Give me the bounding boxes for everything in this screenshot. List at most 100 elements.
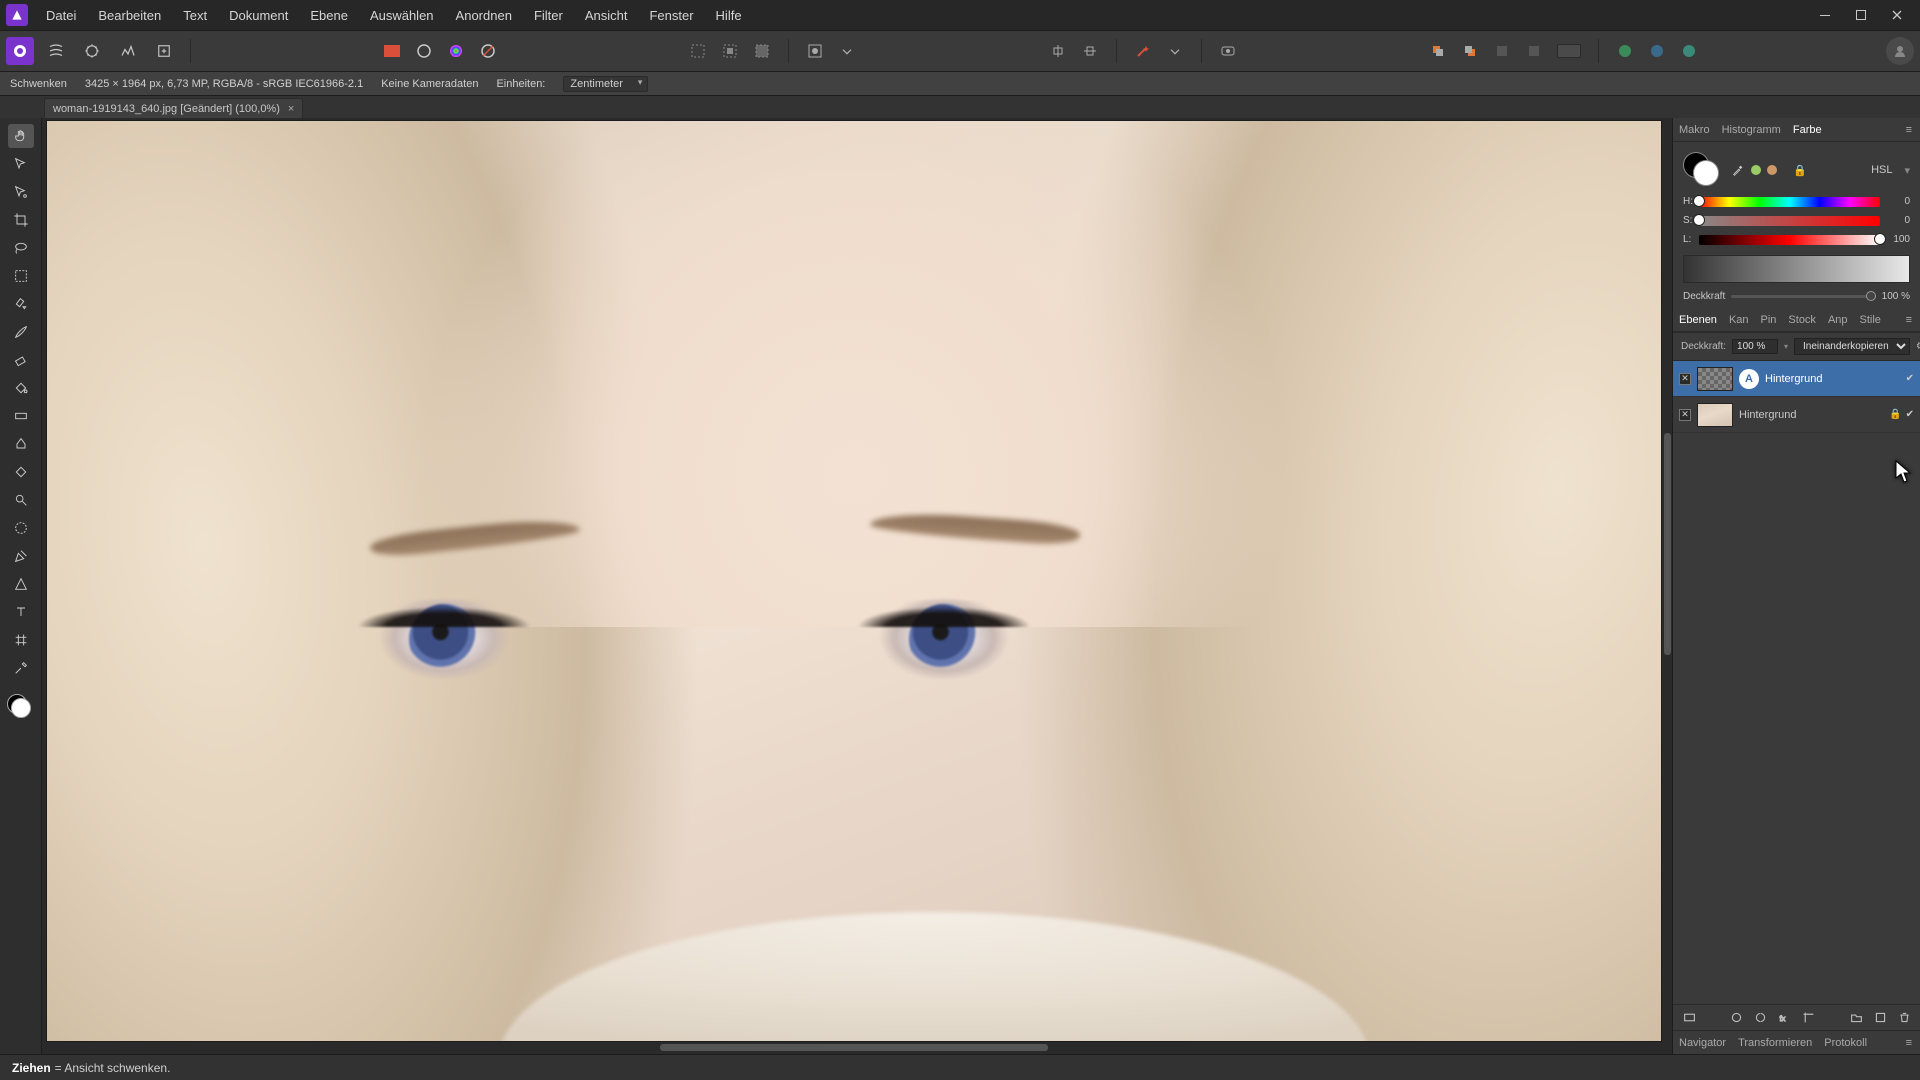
tab-stock[interactable]: Stock bbox=[1788, 310, 1816, 330]
brush-tool[interactable] bbox=[8, 320, 34, 344]
add-mask-icon[interactable] bbox=[1729, 1010, 1745, 1026]
menu-anordnen[interactable]: Anordnen bbox=[446, 4, 522, 27]
menu-text[interactable]: Text bbox=[173, 4, 217, 27]
auto-dropdown-icon[interactable] bbox=[1161, 37, 1189, 65]
eyedropper-icon[interactable] bbox=[1731, 163, 1745, 177]
canvas[interactable] bbox=[46, 120, 1662, 1042]
tab-transformieren[interactable]: Transformieren bbox=[1738, 1033, 1812, 1053]
tab-makro[interactable]: Makro bbox=[1679, 120, 1710, 140]
clone-tool[interactable] bbox=[8, 432, 34, 456]
lock-icon[interactable]: 🔒 bbox=[1793, 164, 1807, 177]
menu-ebene[interactable]: Ebene bbox=[300, 4, 358, 27]
colorpicker-tool[interactable] bbox=[8, 656, 34, 680]
marquee-tool[interactable] bbox=[8, 264, 34, 288]
arrange1-icon[interactable] bbox=[1424, 37, 1452, 65]
cloud3-icon[interactable] bbox=[1675, 37, 1703, 65]
trash-icon[interactable] bbox=[1896, 1010, 1912, 1026]
mesh-tool[interactable] bbox=[8, 628, 34, 652]
circle-outline-icon[interactable] bbox=[410, 37, 438, 65]
crop-layer-icon[interactable] bbox=[1801, 1010, 1817, 1026]
selectionbrush-tool[interactable] bbox=[8, 516, 34, 540]
color-mode-label[interactable]: HSL bbox=[1871, 164, 1892, 176]
color-opacity-slider[interactable]: Deckkraft 100 % bbox=[1683, 291, 1910, 302]
quickmask-icon[interactable] bbox=[801, 37, 829, 65]
heal-tool[interactable] bbox=[8, 460, 34, 484]
maximize-button[interactable] bbox=[1844, 3, 1878, 27]
arrange3-icon[interactable] bbox=[1488, 37, 1516, 65]
close-button[interactable] bbox=[1880, 3, 1914, 27]
tab-stile[interactable]: Stile bbox=[1860, 310, 1881, 330]
arrange4-icon[interactable] bbox=[1520, 37, 1548, 65]
vertical-scrollbar[interactable] bbox=[1663, 120, 1672, 1042]
document-tab[interactable]: woman-1919143_640.jpg [Geändert] (100,0%… bbox=[44, 98, 303, 118]
menu-filter[interactable]: Filter bbox=[524, 4, 573, 27]
panel-menu-icon[interactable]: ≡ bbox=[1898, 124, 1920, 136]
gear-icon[interactable]: ⚙ bbox=[1916, 341, 1920, 352]
menu-dokument[interactable]: Dokument bbox=[219, 4, 298, 27]
persona-tonemap[interactable] bbox=[114, 37, 142, 65]
persona-develop[interactable] bbox=[78, 37, 106, 65]
opacity-dropdown-icon[interactable]: ▾ bbox=[1784, 342, 1788, 351]
nocolor-icon[interactable] bbox=[474, 37, 502, 65]
auto-enhance-icon[interactable] bbox=[1129, 37, 1157, 65]
tab-farbe[interactable]: Farbe bbox=[1793, 120, 1822, 140]
cloud2-icon[interactable] bbox=[1643, 37, 1671, 65]
pen-tool[interactable] bbox=[8, 544, 34, 568]
units-select[interactable]: Zentimeter bbox=[563, 76, 648, 92]
lock-icon[interactable]: 🔒 bbox=[1889, 409, 1901, 420]
horizontal-scrollbar[interactable] bbox=[46, 1043, 1662, 1052]
visibility-checkbox[interactable]: ✕ bbox=[1679, 373, 1691, 385]
mask-mode-icon[interactable] bbox=[1681, 1010, 1697, 1026]
layer-row[interactable]: ✕ A Hintergrund ✔ bbox=[1673, 361, 1920, 397]
selection-invert-icon[interactable] bbox=[716, 37, 744, 65]
minimize-button[interactable] bbox=[1808, 3, 1842, 27]
gradient-tool[interactable] bbox=[8, 404, 34, 428]
tab-histogramm[interactable]: Histogramm bbox=[1722, 120, 1781, 140]
group-icon[interactable] bbox=[1848, 1010, 1864, 1026]
checkmark-icon[interactable]: ✔ bbox=[1906, 409, 1914, 420]
hue-slider[interactable]: H: 0 bbox=[1683, 196, 1910, 207]
visibility-checkbox[interactable]: ✕ bbox=[1679, 409, 1691, 421]
menu-hilfe[interactable]: Hilfe bbox=[706, 4, 752, 27]
swatch-red-icon[interactable] bbox=[378, 37, 406, 65]
cloud1-icon[interactable] bbox=[1611, 37, 1639, 65]
tab-navigator[interactable]: Navigator bbox=[1679, 1033, 1726, 1053]
menu-ansicht[interactable]: Ansicht bbox=[575, 4, 638, 27]
tab-ebenen[interactable]: Ebenen bbox=[1679, 310, 1717, 330]
erase-tool[interactable] bbox=[8, 348, 34, 372]
shape-tool[interactable] bbox=[8, 572, 34, 596]
menu-bearbeiten[interactable]: Bearbeiten bbox=[88, 4, 171, 27]
snapping-icon[interactable] bbox=[1214, 37, 1242, 65]
lasso-tool[interactable] bbox=[8, 236, 34, 260]
checkmark-icon[interactable]: ✔ bbox=[1906, 373, 1914, 384]
lum-slider[interactable]: L: 100 bbox=[1683, 234, 1910, 245]
align-vertical-icon[interactable] bbox=[1044, 37, 1072, 65]
crop-tool[interactable] bbox=[8, 208, 34, 232]
align-horizontal-icon[interactable] bbox=[1076, 37, 1104, 65]
color-wheel-icon[interactable] bbox=[442, 37, 470, 65]
floodselect-tool[interactable] bbox=[8, 292, 34, 316]
add-fx-icon[interactable]: fx bbox=[1777, 1010, 1793, 1026]
text-tool[interactable] bbox=[8, 600, 34, 624]
dodge-tool[interactable] bbox=[8, 488, 34, 512]
sat-slider[interactable]: S: 0 bbox=[1683, 215, 1910, 226]
color-swatch-pair[interactable] bbox=[1683, 152, 1723, 188]
add-adjust-icon[interactable] bbox=[1753, 1010, 1769, 1026]
menu-auswaehlen[interactable]: Auswählen bbox=[360, 4, 444, 27]
menu-fenster[interactable]: Fenster bbox=[639, 4, 703, 27]
layer-row[interactable]: ✕ Hintergrund 🔒 ✔ bbox=[1673, 397, 1920, 433]
tab-pin[interactable]: Pin bbox=[1761, 310, 1777, 330]
hand-tool[interactable] bbox=[8, 124, 34, 148]
menu-datei[interactable]: Datei bbox=[36, 4, 86, 27]
tab-kan[interactable]: Kan bbox=[1729, 310, 1749, 330]
tab-anp[interactable]: Anp bbox=[1828, 310, 1848, 330]
layer-opacity-input[interactable] bbox=[1732, 339, 1778, 354]
close-icon[interactable]: × bbox=[288, 103, 294, 115]
tab-protokoll[interactable]: Protokoll bbox=[1824, 1033, 1867, 1053]
panel-menu-icon[interactable]: ≡ bbox=[1898, 1037, 1920, 1049]
selection-none-icon[interactable] bbox=[684, 37, 712, 65]
quickmask-dropdown-icon[interactable] bbox=[833, 37, 861, 65]
arrange5-icon[interactable] bbox=[1552, 37, 1586, 65]
fill-tool[interactable] bbox=[8, 376, 34, 400]
persona-export[interactable] bbox=[150, 37, 178, 65]
